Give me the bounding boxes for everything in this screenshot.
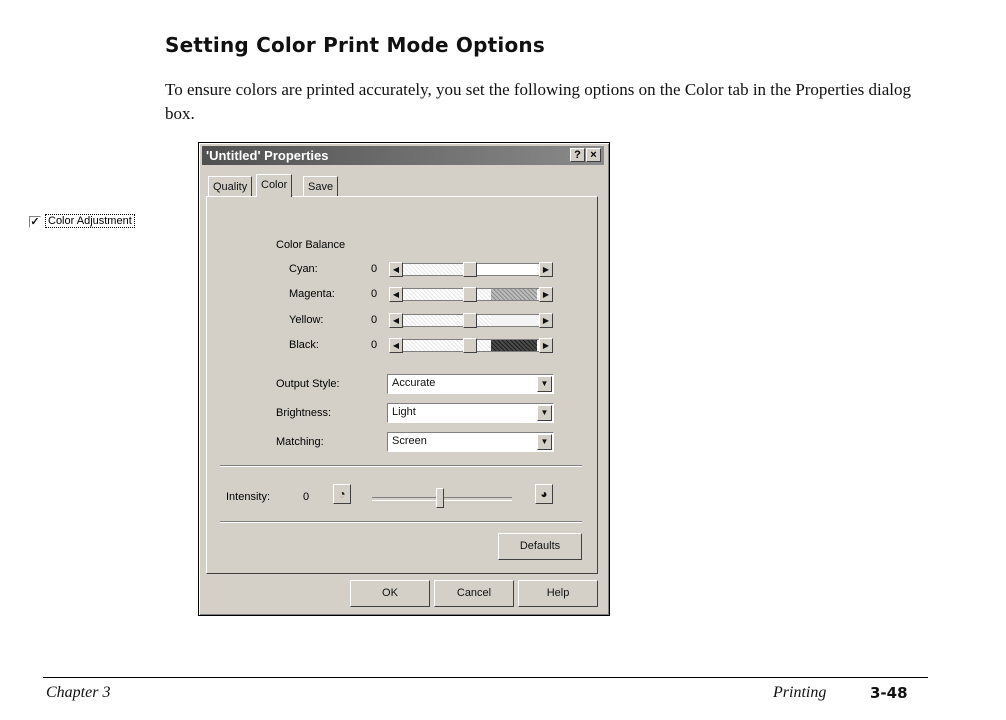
footer-page-number: 3-48 (870, 684, 908, 702)
slider-thumb[interactable] (463, 287, 477, 302)
slider-thumb[interactable] (463, 313, 477, 328)
scroll-left-icon[interactable]: ◀ (389, 338, 403, 353)
yellow-label: Yellow: (289, 314, 324, 326)
slider-fill (491, 315, 537, 326)
yellow-slider[interactable]: ◀ ▶ (389, 313, 553, 328)
close-titlebar-button[interactable]: × (586, 148, 601, 162)
intensity-slider-thumb[interactable] (436, 488, 444, 508)
scroll-left-icon[interactable]: ◀ (389, 262, 403, 277)
scroll-left-icon[interactable]: ◀ (389, 287, 403, 302)
intensity-label: Intensity: (226, 491, 271, 503)
intensity-value: 0 (303, 491, 310, 503)
cancel-button[interactable]: Cancel (434, 580, 514, 607)
tab-quality[interactable]: Quality (208, 176, 253, 196)
help-titlebar-button[interactable]: ? (570, 148, 585, 162)
dropdown-arrow-icon[interactable]: ▼ (537, 405, 552, 421)
slider-fill (473, 264, 537, 275)
section-heading: Setting Color Print Mode Options (165, 33, 545, 57)
magenta-value: 0 (371, 288, 378, 300)
defaults-button[interactable]: Defaults (498, 533, 582, 560)
scroll-right-icon[interactable]: ▶ (539, 262, 553, 277)
tab-save[interactable]: Save (303, 176, 339, 196)
black-slider[interactable]: ◀ ▶ (389, 338, 553, 353)
output-style-label: Output Style: (276, 378, 340, 390)
footer-section: Printing (773, 684, 827, 701)
magenta-label: Magenta: (289, 288, 335, 300)
scroll-left-icon[interactable]: ◀ (389, 313, 403, 328)
decrease-intensity-icon[interactable]: ◔ (333, 484, 351, 504)
dropdown-arrow-icon[interactable]: ▼ (537, 434, 552, 450)
magenta-slider[interactable]: ◀ ▶ (389, 287, 553, 302)
slider-fill (491, 340, 537, 351)
divider (220, 521, 582, 523)
check-mark-icon: ✓ (30, 216, 40, 228)
scroll-right-icon[interactable]: ▶ (539, 338, 553, 353)
yellow-value: 0 (371, 314, 378, 326)
black-label: Black: (289, 339, 319, 351)
divider (220, 465, 582, 467)
intro-paragraph: To ensure colors are printed accurately,… (165, 80, 911, 123)
cyan-label: Cyan: (289, 263, 318, 275)
black-value: 0 (371, 339, 378, 351)
brightness-label: Brightness: (276, 407, 332, 419)
matching-select[interactable]: Screen ▼ (387, 432, 554, 452)
cyan-slider[interactable]: ◀ ▶ (389, 262, 553, 277)
footer-rule (43, 677, 928, 678)
slider-thumb[interactable] (463, 338, 477, 353)
matching-value: Screen (392, 435, 427, 447)
footer-chapter: Chapter 3 (46, 684, 111, 701)
color-balance-label: Color Balance (276, 239, 346, 251)
output-style-value: Accurate (392, 377, 436, 389)
ok-button[interactable]: OK (350, 580, 430, 607)
dropdown-arrow-icon[interactable]: ▼ (537, 376, 552, 392)
scroll-right-icon[interactable]: ▶ (539, 313, 553, 328)
slider-fill (491, 289, 537, 300)
scroll-right-icon[interactable]: ▶ (539, 287, 553, 302)
slider-thumb[interactable] (463, 262, 477, 277)
tab-color[interactable]: Color (256, 174, 293, 197)
brightness-select[interactable]: Light ▼ (387, 403, 554, 423)
color-adjustment-checkbox[interactable]: ✓ (29, 216, 41, 228)
cyan-value: 0 (371, 263, 378, 275)
dialog-title: 'Untitled' Properties (206, 148, 329, 163)
color-adjustment-label[interactable]: Color Adjustment (45, 214, 135, 228)
output-style-select[interactable]: Accurate ▼ (387, 374, 554, 394)
help-button[interactable]: Help (518, 580, 598, 607)
matching-label: Matching: (276, 436, 324, 448)
brightness-value: Light (392, 406, 416, 418)
dialog-titlebar: 'Untitled' Properties ? × (202, 146, 604, 165)
increase-intensity-icon[interactable]: ◕ (535, 484, 553, 504)
